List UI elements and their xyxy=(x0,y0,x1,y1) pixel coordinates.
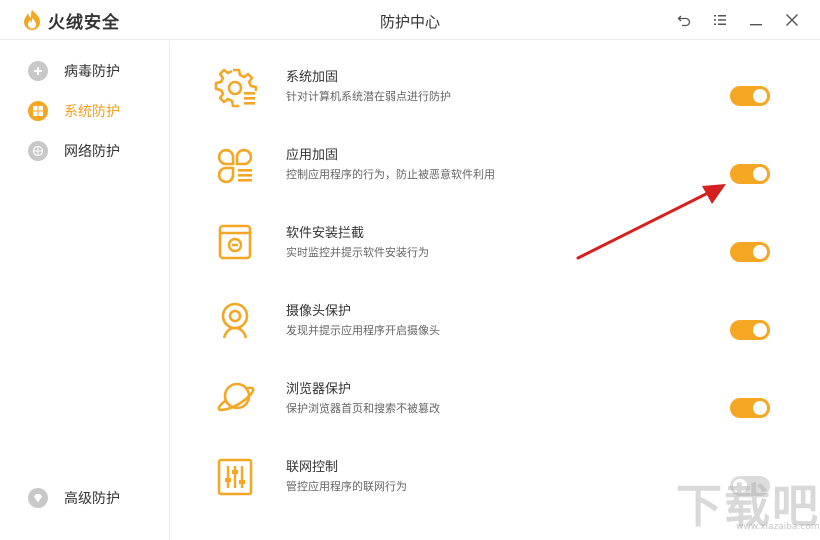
minimize-button[interactable] xyxy=(746,10,766,30)
back-button[interactable] xyxy=(674,10,694,30)
apps-icon xyxy=(217,148,253,184)
webcam-icon xyxy=(221,302,249,339)
feature-desc: 管控应用程序的联网行为 xyxy=(286,480,407,493)
feature-title: 摄像头保护 xyxy=(286,304,352,319)
feature-title: 应用加固 xyxy=(286,148,339,163)
feature-webcam-protection: 摄像头保护 发现并提示应用程序开启摄像头 xyxy=(205,300,785,370)
feature-title: 联网控制 xyxy=(286,460,339,475)
watermark-url: www.xiazaiba.com xyxy=(736,522,820,532)
toggle-knob xyxy=(753,401,767,415)
feature-desc: 实时监控并提示软件安装行为 xyxy=(286,246,429,259)
toggle-knob xyxy=(753,245,767,259)
feature-title: 浏览器保护 xyxy=(286,382,352,397)
sidebar-item-label: 系统防护 xyxy=(64,104,120,120)
window-title: 防护中心 xyxy=(379,13,440,31)
title-bar: 火绒安全 防护中心 xyxy=(0,0,820,40)
webcam-protection-toggle[interactable] xyxy=(730,320,770,340)
browser-protection-toggle[interactable] xyxy=(730,398,770,418)
feature-title: 软件安装拦截 xyxy=(286,226,365,241)
toggle-knob xyxy=(753,323,767,337)
diamond-icon xyxy=(28,488,48,508)
planet-icon xyxy=(217,382,255,412)
feature-title: 系统加固 xyxy=(286,70,339,85)
feature-desc: 控制应用程序的行为，防止被恶意软件利用 xyxy=(286,168,495,181)
watermark: 下载吧 www.xiazaiba.com xyxy=(676,470,820,536)
menu-icon xyxy=(714,15,726,25)
feature-system-hardening: 系统加固 针对计算机系统潜在弱点进行防护 xyxy=(205,66,785,136)
feature-browser-protection: 浏览器保护 保护浏览器首页和搜索不被篡改 xyxy=(205,378,785,448)
sidebar: 病毒防护 系统防护 网络防护 高级防护 xyxy=(0,41,170,540)
close-icon xyxy=(786,14,798,26)
feature-desc: 发现并提示应用程序开启摄像头 xyxy=(286,324,440,337)
close-button[interactable] xyxy=(782,10,802,30)
sidebar-item-label: 网络防护 xyxy=(64,144,120,160)
feature-desc: 针对计算机系统潜在弱点进行防护 xyxy=(286,90,451,103)
globe-icon xyxy=(28,141,48,161)
gear-list-icon xyxy=(214,68,257,108)
minimize-icon xyxy=(750,24,762,26)
system-hardening-toggle[interactable] xyxy=(730,86,770,106)
sidebar-item-advanced-protection[interactable]: 高级防护 xyxy=(28,486,120,510)
sidebar-item-system-protection[interactable]: 系统防护 xyxy=(28,99,120,123)
menu-button[interactable] xyxy=(710,10,730,30)
windows-icon xyxy=(28,101,48,121)
sidebar-item-label: 病毒防护 xyxy=(64,64,120,80)
back-icon xyxy=(677,15,691,27)
sidebar-item-virus-protection[interactable]: 病毒防护 xyxy=(28,59,120,83)
feature-desc: 保护浏览器首页和搜索不被篡改 xyxy=(286,402,440,415)
annotation-arrow xyxy=(576,184,726,260)
sidebar-item-network-protection[interactable]: 网络防护 xyxy=(28,139,120,163)
install-box-icon xyxy=(218,224,252,260)
sidebar-item-label: 高级防护 xyxy=(64,491,120,507)
virus-shield-icon xyxy=(28,61,48,81)
toggle-knob xyxy=(753,89,767,103)
sliders-icon xyxy=(217,458,253,496)
toggle-knob xyxy=(753,167,767,181)
